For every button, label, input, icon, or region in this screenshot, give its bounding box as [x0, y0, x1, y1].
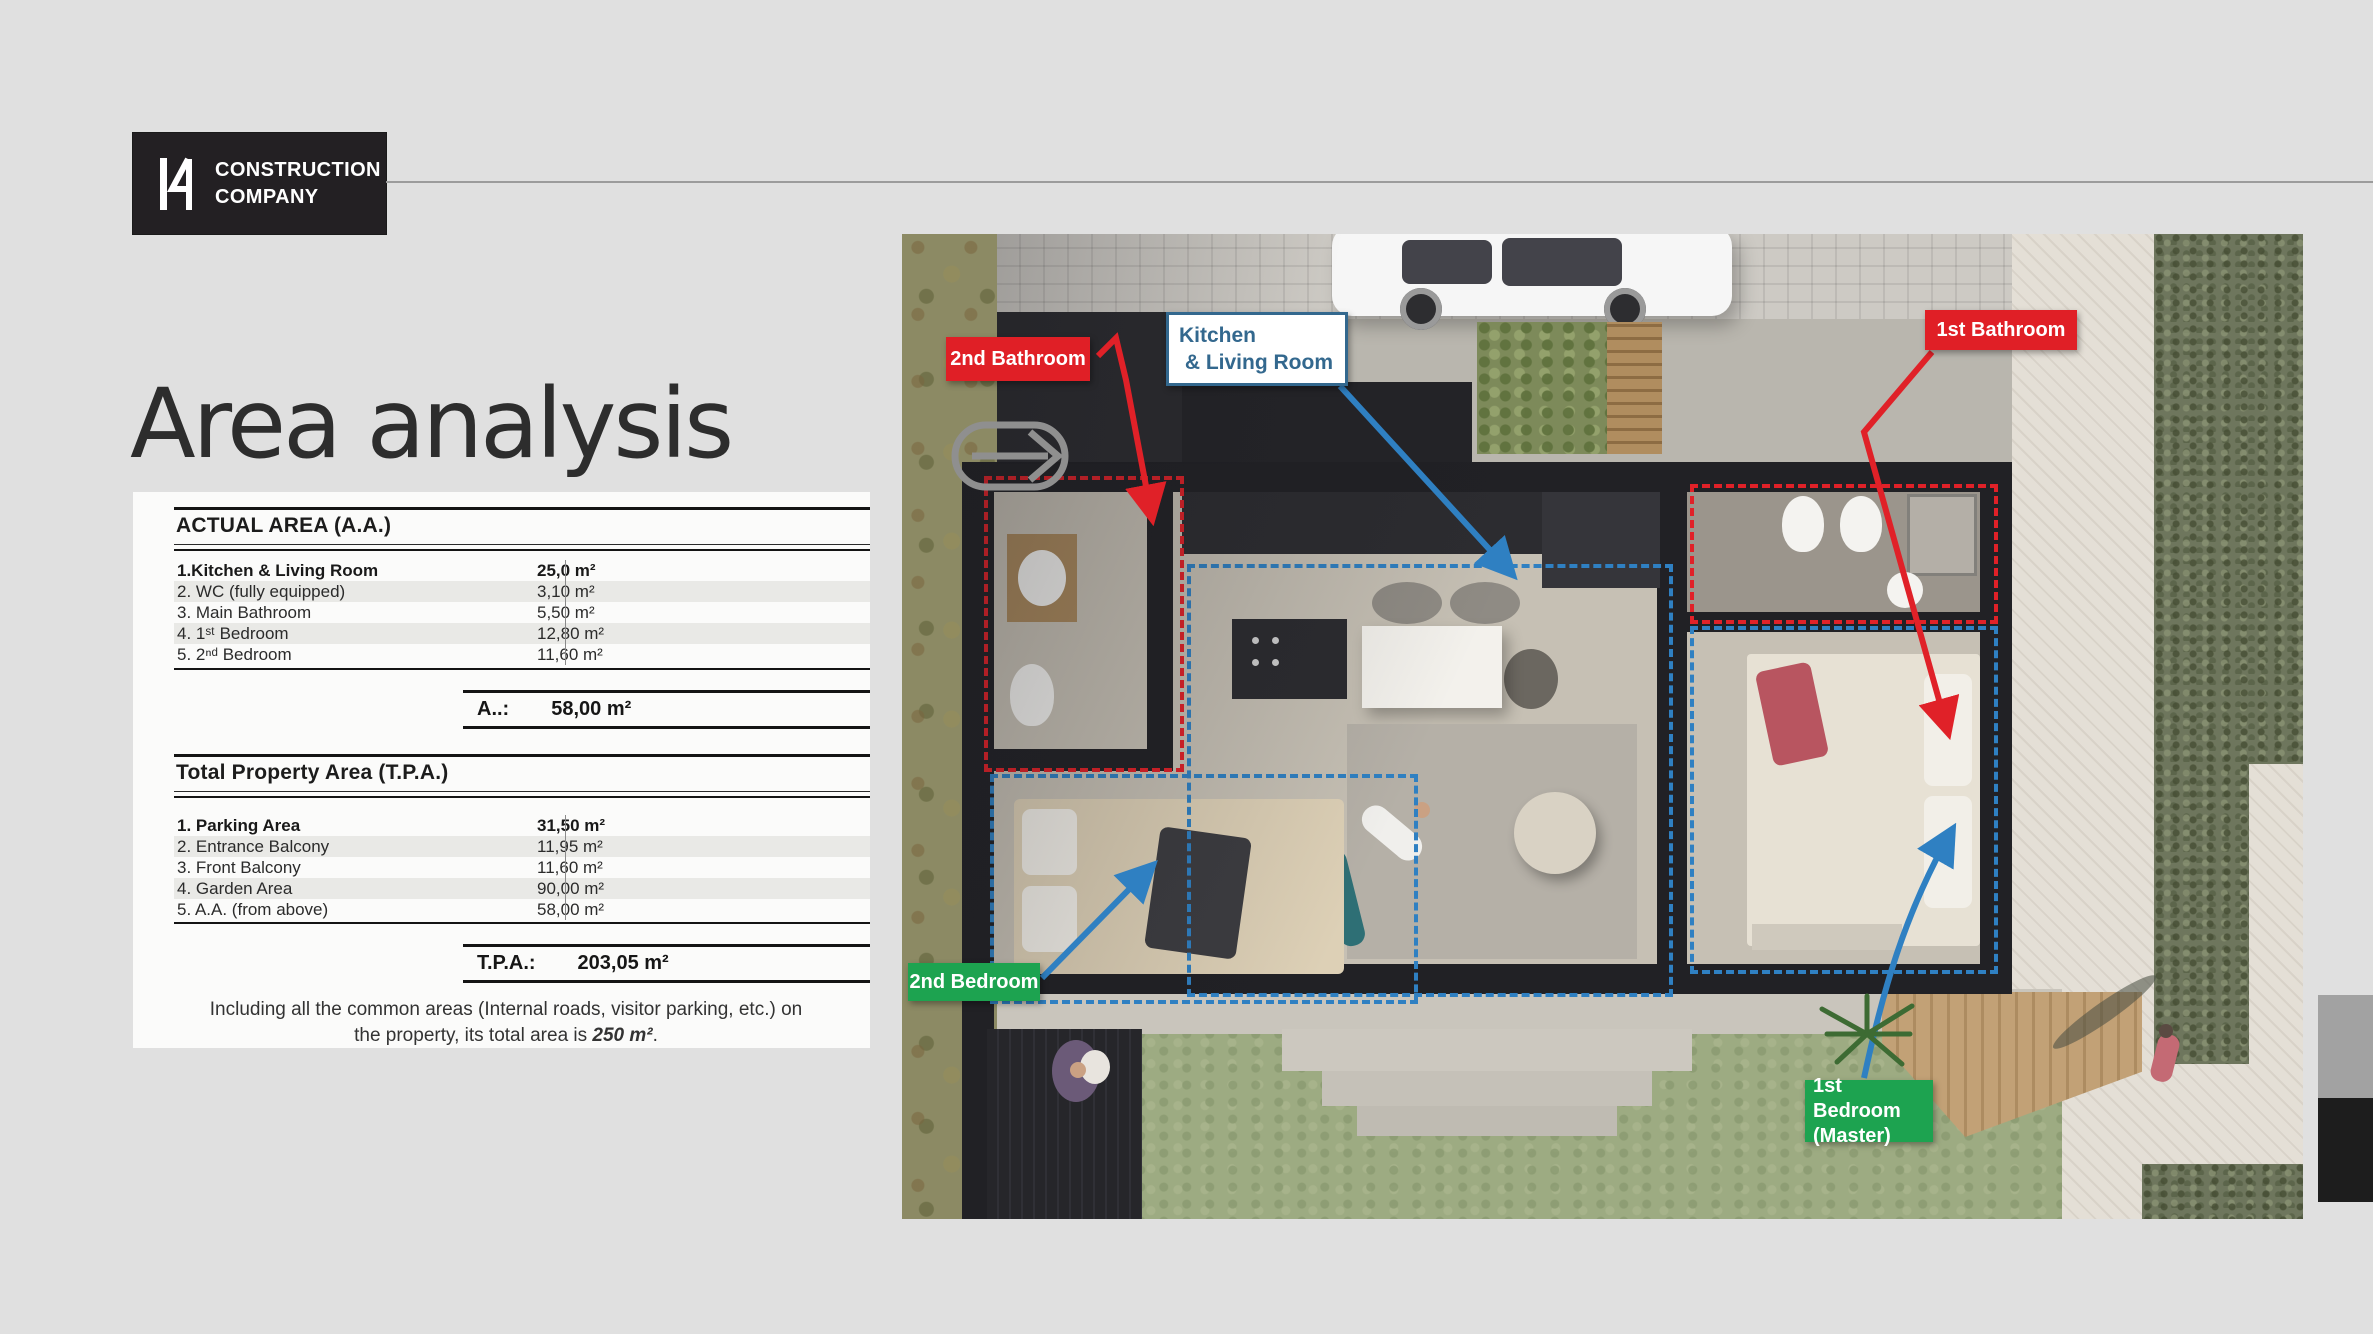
header-divider-line — [386, 181, 2373, 183]
bedroom1-outline — [1690, 626, 1998, 974]
actual-area-table: 1.Kitchen & Living Room 25,0 m² 2. WC (f… — [174, 560, 870, 665]
row-value: 11,60 m² — [524, 858, 603, 878]
label-2nd-bedroom: 2nd Bedroom — [908, 963, 1040, 1001]
label-2nd-bathroom: 2nd Bathroom — [946, 337, 1090, 381]
row-label: 2. WC (fully equipped) — [174, 582, 524, 602]
floor-plan-render: 2nd Bathroom Kitchen & Living Room 1st B… — [902, 234, 2303, 1219]
rule — [174, 922, 870, 924]
row-label: 4. Garden Area — [174, 879, 524, 899]
patio-step — [1357, 1106, 1617, 1136]
row-label: 4. 1ˢᵗ Bedroom — [174, 624, 524, 644]
tpa-total: T.P.A.: 203,05 m² — [463, 944, 870, 983]
actual-area-header: ACTUAL AREA (A.A.) — [176, 514, 870, 538]
row-value: 25,0 m² — [524, 561, 596, 581]
table-row: 1. Parking Area 31,50 m² — [174, 815, 870, 836]
hedge — [2142, 1164, 2303, 1219]
row-label: 3. Main Bathroom — [174, 603, 524, 623]
logo-line2: COMPANY — [215, 184, 381, 211]
label-text: 1st Bedroom (Master) — [1813, 1074, 1933, 1149]
actual-area-total: A..: 58,00 m² — [463, 690, 870, 729]
table-row: 3. Main Bathroom 5,50 m² — [174, 602, 870, 623]
column-divider — [565, 560, 566, 665]
rule — [174, 544, 870, 545]
row-label: 1. Parking Area — [174, 816, 524, 836]
row-label: 3. Front Balcony — [174, 858, 524, 878]
area-table-panel: ACTUAL AREA (A.A.) 1.Kitchen & Living Ro… — [133, 492, 870, 1048]
tpa-header: Total Property Area (T.P.A.) — [176, 761, 870, 785]
hedge — [2154, 234, 2303, 764]
table-row: 4. 1ˢᵗ Bedroom 12,80 m² — [174, 623, 870, 644]
planter-bushes — [1477, 322, 1607, 454]
rule — [174, 796, 870, 798]
logo-line1: CONSTRUCTION — [215, 157, 381, 184]
row-value: 5,50 m² — [524, 603, 595, 623]
label-1st-bedroom-master: 1st Bedroom (Master) — [1805, 1080, 1933, 1142]
note-text: Including all the common areas (Internal… — [210, 999, 802, 1046]
row-label: 1.Kitchen & Living Room — [174, 561, 524, 581]
total-label: A..: — [477, 698, 509, 721]
column-divider — [565, 815, 566, 920]
label-1st-bathroom: 1st Bathroom — [1925, 310, 2077, 350]
table-row: 2. Entrance Balcony 11,95 m² — [174, 836, 870, 857]
entry-structure — [997, 312, 1182, 464]
rule — [174, 507, 870, 510]
hedge — [2154, 764, 2249, 1064]
patio-step — [1322, 1071, 1652, 1106]
row-value: 11,95 m² — [524, 837, 603, 857]
table-row: 1.Kitchen & Living Room 25,0 m² — [174, 560, 870, 581]
total-value: 203,05 m² — [578, 952, 669, 975]
label-kitchen-living-room: Kitchen & Living Room — [1166, 312, 1348, 386]
rule — [174, 549, 870, 551]
label-text: 1st Bathroom — [1937, 319, 2066, 342]
common-areas-note: Including all the common areas (Internal… — [201, 997, 811, 1048]
patio-step — [1282, 1029, 1692, 1071]
rule — [174, 791, 870, 792]
bathroom2-outline — [984, 476, 1184, 772]
roof-overhang — [1182, 382, 1472, 464]
label-text: 2nd Bathroom — [950, 348, 1086, 371]
label-text: 2nd Bedroom — [910, 971, 1039, 994]
car-wheel — [1400, 288, 1442, 330]
pedestrian — [2159, 1024, 2173, 1038]
person-entrance — [1070, 1062, 1086, 1078]
tpa-table: 1. Parking Area 31,50 m² 2. Entrance Bal… — [174, 815, 870, 920]
page-title: Area analysis — [130, 368, 731, 480]
parked-car — [1332, 234, 1732, 316]
table-row: 2. WC (fully equipped) 3,10 m² — [174, 581, 870, 602]
total-value: 58,00 m² — [551, 698, 631, 721]
row-label: 5. A.A. (from above) — [174, 900, 524, 920]
bedroom2-outline — [990, 774, 1418, 1004]
total-label: T.P.A.: — [477, 952, 536, 975]
car-window — [1502, 238, 1622, 286]
row-label: 5. 2ⁿᵈ Bedroom — [174, 645, 524, 665]
row-value: 11,60 m² — [524, 645, 603, 665]
decor-gray-block — [2318, 995, 2373, 1098]
bathroom1-outline — [1690, 484, 1998, 624]
note-total-area: 250 m² — [592, 1025, 652, 1046]
slide: CONSTRUCTION COMPANY Area analysis ACTUA… — [0, 0, 2373, 1334]
logo-monogram-icon — [155, 153, 199, 215]
rule — [174, 668, 870, 670]
company-logo: CONSTRUCTION COMPANY — [133, 133, 386, 234]
row-label: 2. Entrance Balcony — [174, 837, 524, 857]
table-row: 5. 2ⁿᵈ Bedroom 11,60 m² — [174, 644, 870, 665]
row-value: 3,10 m² — [524, 582, 595, 602]
note-text: . — [653, 1025, 658, 1046]
wood-screen — [1607, 322, 1662, 454]
kitchen-counter — [1182, 492, 1602, 554]
logo-text: CONSTRUCTION COMPANY — [215, 157, 381, 211]
decor-black-block — [2318, 1098, 2373, 1202]
table-row: 5. A.A. (from above) 58,00 m² — [174, 899, 870, 920]
car-window — [1402, 240, 1492, 284]
rule — [174, 754, 870, 757]
label-text: Kitchen & Living Room — [1179, 322, 1333, 377]
table-row: 3. Front Balcony 11,60 m² — [174, 857, 870, 878]
table-row: 4. Garden Area 90,00 m² — [174, 878, 870, 899]
